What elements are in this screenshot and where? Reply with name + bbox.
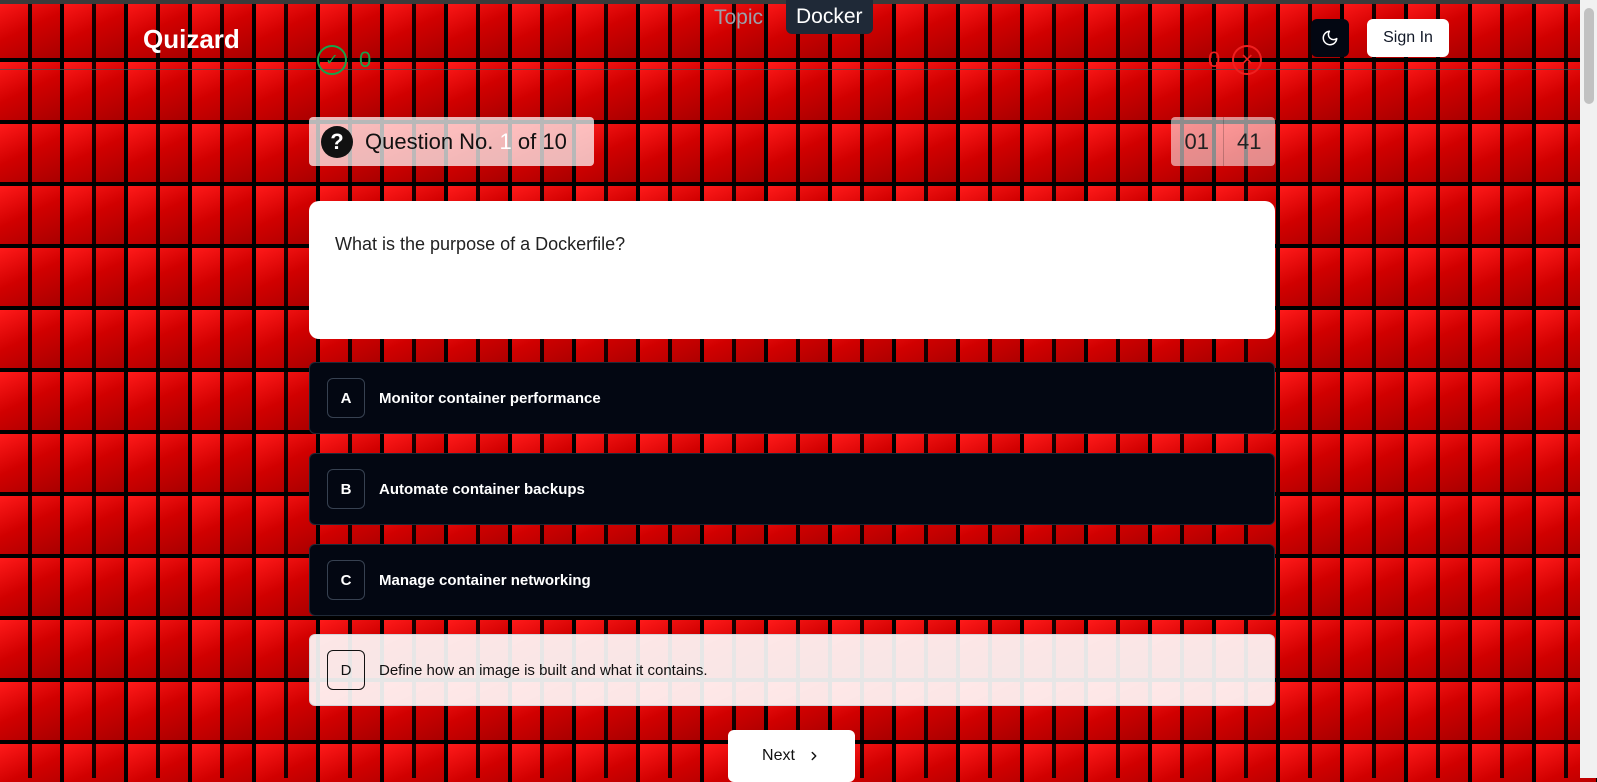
option-letter: A (327, 378, 365, 418)
moon-icon (1322, 30, 1338, 46)
brand-logo[interactable]: Quizard (143, 24, 240, 55)
question-circle-icon: ? (321, 125, 353, 158)
option-a[interactable]: A Monitor container performance (309, 362, 1275, 434)
sign-in-button[interactable]: Sign In (1367, 19, 1449, 57)
next-label: Next (762, 747, 795, 764)
theme-toggle-button[interactable] (1311, 19, 1349, 57)
option-text: Monitor container performance (379, 389, 601, 407)
option-b[interactable]: B Automate container backups (309, 453, 1275, 525)
question-card: What is the purpose of a Dockerfile? (309, 201, 1275, 339)
countdown-timer: 01 41 (1171, 117, 1275, 166)
option-d[interactable]: D Define how an image is built and what … (309, 634, 1275, 706)
wrong-score: 0 ✕ (1208, 45, 1263, 75)
next-button[interactable]: Next (728, 730, 855, 782)
question-number-panel: ? Question No. 1 of 10 (309, 117, 594, 166)
correct-score: ✓ 0 (317, 45, 371, 75)
option-text: Define how an image is built and what it… (379, 661, 708, 679)
wrong-count: 0 (1208, 47, 1221, 72)
option-letter: B (327, 469, 365, 509)
correct-count: 0 (359, 47, 372, 72)
topic-value-badge: Docker (786, 0, 873, 34)
header-divider (0, 69, 1580, 70)
question-total: of 10 (517, 128, 567, 154)
option-text: Manage container networking (379, 571, 591, 589)
page-scrollbar[interactable] (1580, 0, 1597, 778)
option-c[interactable]: C Manage container networking (309, 544, 1275, 616)
x-circle-icon: ✕ (1232, 45, 1263, 75)
topic-label: Topic (714, 6, 764, 29)
question-prefix: Question No. (365, 128, 494, 154)
option-letter: C (327, 560, 365, 600)
question-text: What is the purpose of a Dockerfile? (335, 234, 626, 254)
question-number: Question No. 1 of 10 (365, 129, 567, 155)
timer-minutes: 01 (1184, 128, 1209, 154)
option-text: Automate container backups (379, 480, 585, 498)
scrollbar-thumb[interactable] (1584, 8, 1594, 104)
check-circle-icon: ✓ (317, 45, 347, 75)
option-letter: D (327, 650, 365, 690)
timer-seconds: 41 (1222, 117, 1276, 166)
question-current: 1 (499, 128, 512, 154)
chevron-right-icon (811, 751, 817, 761)
